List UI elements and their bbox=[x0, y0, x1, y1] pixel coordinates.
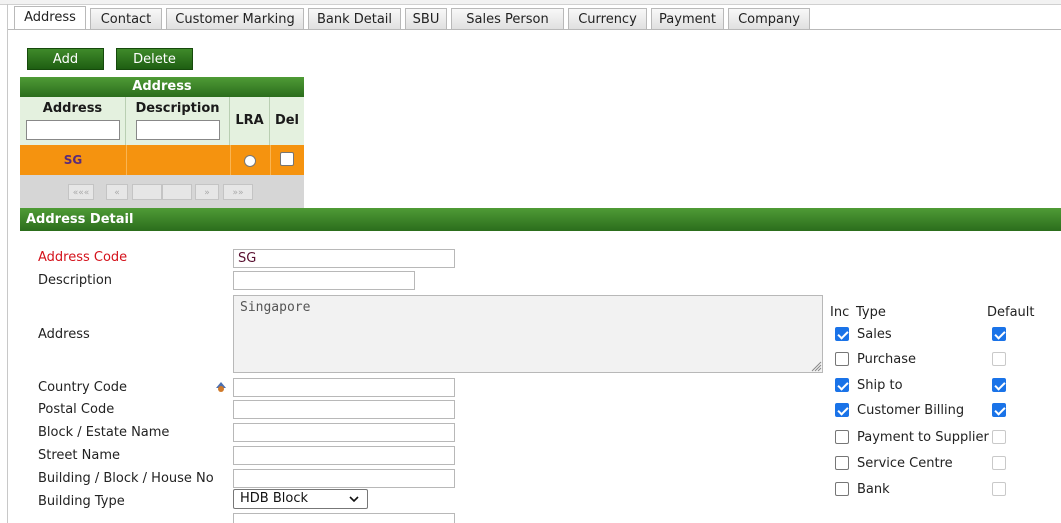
description-filter-input[interactable] bbox=[135, 120, 220, 140]
lra-radio[interactable] bbox=[244, 155, 256, 167]
ship-to-default-checkbox[interactable] bbox=[992, 378, 1006, 392]
street-name-label: Street Name bbox=[38, 448, 120, 463]
column-del: Del bbox=[270, 97, 304, 145]
description-label: Description bbox=[38, 273, 113, 288]
ship-to-type-label: Ship to bbox=[857, 378, 903, 393]
street-name-input[interactable] bbox=[233, 446, 455, 465]
tab-bank-detail[interactable]: Bank Detail bbox=[308, 8, 401, 29]
resize-handle-icon[interactable] bbox=[810, 360, 822, 372]
next-field-input[interactable] bbox=[233, 513, 455, 523]
pager-prev-button[interactable]: « bbox=[106, 184, 128, 200]
address-filter-input[interactable] bbox=[25, 120, 120, 140]
customer-billing-type-label: Customer Billing bbox=[857, 403, 965, 418]
delete-button[interactable]: Delete bbox=[116, 48, 193, 70]
service-centre-inc-checkbox[interactable] bbox=[835, 456, 849, 470]
chevron-down-icon bbox=[349, 496, 359, 503]
address-code-label: Address Code bbox=[38, 250, 128, 265]
row-delete-checkbox[interactable] bbox=[280, 152, 294, 166]
service-centre-default-checkbox[interactable] bbox=[992, 456, 1006, 470]
building-type-label: Building Type bbox=[38, 494, 125, 509]
block-estate-input[interactable] bbox=[233, 423, 455, 442]
pager-page-slot bbox=[162, 184, 192, 200]
purchase-default-checkbox[interactable] bbox=[992, 352, 1006, 366]
customer-billing-inc-checkbox[interactable] bbox=[835, 403, 849, 417]
default-header: Default bbox=[987, 305, 1035, 320]
left-border bbox=[7, 4, 8, 523]
ship-to-inc-checkbox[interactable] bbox=[835, 378, 849, 392]
column-description-label: Description bbox=[135, 101, 220, 116]
bank-inc-checkbox[interactable] bbox=[835, 482, 849, 496]
tab-payment[interactable]: Payment bbox=[651, 8, 724, 29]
sales-inc-checkbox[interactable] bbox=[835, 327, 849, 341]
tab-currency[interactable]: Currency bbox=[568, 8, 647, 29]
add-button[interactable]: Add bbox=[27, 48, 104, 70]
tab-bar-divider bbox=[8, 29, 1061, 30]
bank-default-checkbox[interactable] bbox=[992, 482, 1006, 496]
service-centre-type-label: Service Centre bbox=[857, 456, 953, 471]
column-address-label: Address bbox=[42, 101, 103, 116]
pager-first-button[interactable]: ««« bbox=[68, 184, 94, 200]
column-description: Description bbox=[126, 97, 230, 145]
building-type-select[interactable]: HDB Block bbox=[233, 489, 368, 509]
tab-contact[interactable]: Contact bbox=[90, 8, 162, 29]
sales-type-label: Sales bbox=[857, 327, 892, 342]
building-type-value: HDB Block bbox=[240, 491, 308, 506]
column-lra: LRA bbox=[230, 97, 270, 145]
sales-default-checkbox[interactable] bbox=[992, 327, 1006, 341]
address-label: Address bbox=[38, 327, 90, 342]
address-code-input[interactable]: SG bbox=[233, 249, 455, 268]
description-input[interactable] bbox=[233, 271, 415, 290]
payment-to-supplier-default-checkbox[interactable] bbox=[992, 430, 1006, 444]
address-detail-header: Address Detail bbox=[20, 208, 1061, 231]
tab-sbu[interactable]: SBU bbox=[405, 8, 447, 29]
inc-header: Inc bbox=[830, 305, 850, 320]
type-header: Type bbox=[856, 305, 886, 320]
payment-to-supplier-type-label: Payment to Supplier bbox=[857, 430, 989, 445]
purchase-type-label: Purchase bbox=[857, 352, 917, 367]
row-address-cell: SG bbox=[63, 153, 83, 167]
country-code-input[interactable] bbox=[233, 378, 455, 397]
postal-code-label: Postal Code bbox=[38, 402, 115, 417]
address-textarea[interactable]: Singapore bbox=[233, 295, 823, 373]
tab-address[interactable]: Address bbox=[14, 6, 86, 29]
top-border bbox=[0, 0, 1061, 5]
lookup-icon[interactable] bbox=[213, 378, 229, 394]
customer-billing-default-checkbox[interactable] bbox=[992, 403, 1006, 417]
bank-type-label: Bank bbox=[857, 482, 890, 497]
building-no-label: Building / Block / House No bbox=[38, 471, 214, 486]
pager-page-slot bbox=[132, 184, 162, 200]
cell-divider bbox=[230, 145, 231, 175]
payment-to-supplier-inc-checkbox[interactable] bbox=[835, 430, 849, 444]
tab-sales-person[interactable]: Sales Person bbox=[451, 8, 564, 29]
country-code-label: Country Code bbox=[38, 380, 128, 395]
building-no-input[interactable] bbox=[233, 469, 455, 488]
column-address: Address bbox=[20, 97, 126, 145]
cell-divider bbox=[270, 145, 271, 175]
tab-company[interactable]: Company bbox=[728, 8, 810, 29]
purchase-inc-checkbox[interactable] bbox=[835, 352, 849, 366]
postal-code-input[interactable] bbox=[233, 400, 455, 419]
block-estate-label: Block / Estate Name bbox=[38, 425, 170, 440]
pager-next-button[interactable]: » bbox=[195, 184, 219, 200]
address-grid-title: Address bbox=[20, 77, 304, 97]
cell-divider bbox=[126, 145, 127, 175]
tab-customer-marking[interactable]: Customer Marking bbox=[166, 8, 304, 29]
pager-last-button[interactable]: »» bbox=[223, 184, 253, 200]
